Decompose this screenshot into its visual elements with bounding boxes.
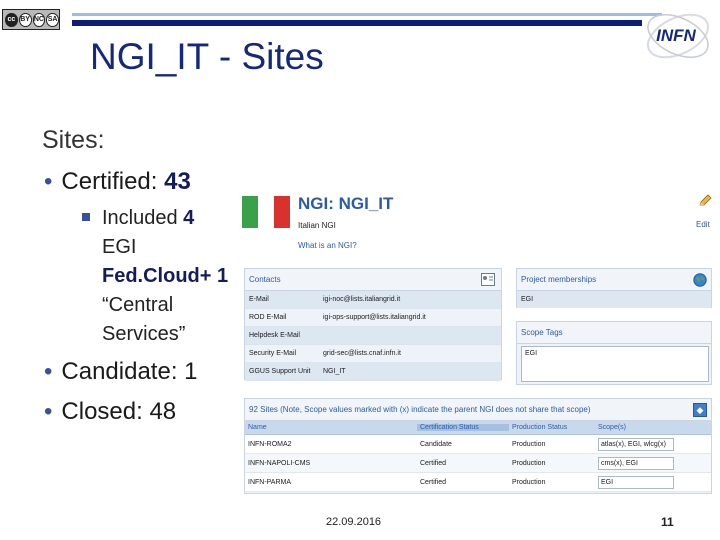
contact-row: Security E-Mail grid-sec@lists.cnaf.infn.…: [245, 345, 501, 363]
table-row[interactable]: INFN-PARMA Certified Production EGI: [245, 473, 711, 492]
license-badge: cc BY NC SA: [2, 9, 60, 30]
scope-tags-panel: Scope Tags EGI: [516, 321, 712, 385]
site-cert: Certified: [420, 459, 447, 467]
candidate-text: Candidate: 1: [61, 358, 198, 385]
bullet-dot: •: [44, 168, 53, 195]
site-prod: Production: [512, 440, 546, 448]
by-icon: BY: [18, 12, 32, 27]
ngi-title: NGI: NGI_IT: [298, 194, 394, 213]
sub-bold: Fed.Cloud+ 1: [102, 265, 229, 287]
globe-icon: [693, 273, 707, 287]
flag-stripe-green: [242, 196, 258, 228]
contact-value[interactable]: igi-ops-support@lists.italiangrid.it: [323, 314, 501, 321]
contact-key: GGUS Support Unit: [249, 368, 311, 375]
pencil-icon[interactable]: [698, 194, 712, 208]
project-memberships-panel: Project memberships EGI: [516, 268, 712, 308]
memberships-header: Project memberships: [517, 269, 711, 291]
site-prod: Production: [512, 478, 546, 486]
closed-text: Closed: 48: [61, 398, 177, 425]
scope-tags-header: Scope Tags: [517, 322, 711, 344]
site-scope: cms(x), EGI: [598, 456, 674, 470]
what-is-ngi-link[interactable]: What is an NGI?: [298, 241, 357, 250]
sites-header: 92 Sites (Note, Scope values marked with…: [245, 399, 711, 421]
gocdb-screenshot: NGI: NGI_IT Italian NGI What is an NGI? …: [236, 188, 716, 494]
sub-prefix: Included: [102, 207, 184, 229]
bullet-dot: •: [44, 398, 53, 425]
bullet-closed: • Closed: 48: [44, 398, 176, 426]
sub-bullet-included: Included 4 EGI Fed.Cloud+ 1 “Central Ser…: [82, 204, 234, 349]
contact-value[interactable]: NGI_IT: [323, 368, 501, 375]
italy-flag-icon: [242, 196, 290, 228]
edit-link[interactable]: Edit: [696, 220, 710, 229]
site-name[interactable]: INFN-ROMA2: [245, 441, 417, 448]
contact-key: E-Mail: [249, 296, 269, 303]
site-scope: EGI: [598, 475, 674, 489]
membership-value: EGI: [517, 291, 711, 308]
infn-logo: INFN: [647, 13, 709, 59]
bullet-certified: • Certified: 43: [44, 168, 191, 196]
scope-tags-box: EGI: [521, 346, 709, 382]
infn-logo-text: INFN: [656, 26, 696, 45]
contacts-panel: Contacts E-Mail igi-noc@lists.italiangrid…: [244, 268, 502, 381]
bullet-dot: •: [44, 358, 53, 385]
sites-panel: 92 Sites (Note, Scope values marked with…: [244, 398, 712, 494]
column-header-certification[interactable]: Certification Status: [417, 424, 509, 431]
footer-date: 22.09.2016: [326, 516, 382, 528]
column-header-name[interactable]: Name: [245, 424, 417, 431]
certified-label: Certified:: [61, 168, 165, 195]
memberships-title: Project memberships: [521, 275, 597, 284]
contact-value[interactable]: grid-sec@lists.cnaf.infn.it: [323, 350, 501, 357]
site-cert: Certified: [420, 478, 447, 486]
header-rule-dark: [72, 20, 642, 26]
contact-row: Helpdesk E-Mail: [245, 327, 501, 345]
ngi-subtitle: Italian NGI: [298, 221, 336, 230]
bullet-candidate: • Candidate: 1: [44, 358, 198, 386]
page-number: 11: [661, 515, 674, 529]
certified-count: 43: [164, 168, 191, 195]
contact-row: GGUS Support Unit NGI_IT: [245, 363, 501, 381]
sites-table-header: Name Certification Status Production Sta…: [245, 421, 711, 435]
column-header-scopes[interactable]: Scope(s): [595, 424, 711, 431]
cc-icon: cc: [5, 12, 18, 27]
contact-value[interactable]: igi-noc@lists.italiangrid.it: [323, 296, 501, 303]
site-cert: Candidate: [420, 440, 452, 448]
sites-heading: Sites:: [42, 126, 105, 154]
expand-icon[interactable]: ◆: [693, 403, 707, 417]
contact-key: ROD E-Mail: [249, 314, 287, 321]
site-name[interactable]: INFN-NAPOLI-CMS: [245, 460, 417, 467]
sa-icon: SA: [46, 12, 59, 27]
site-scope: atlas(x), EGI, wlcg(x): [598, 437, 674, 451]
contacts-title: Contacts: [249, 275, 281, 284]
sub-suffix: “Central Services”: [102, 294, 186, 345]
flag-stripe-white: [258, 196, 274, 228]
sub-mid: EGI: [102, 236, 137, 258]
column-header-production[interactable]: Production Status: [509, 424, 595, 431]
contacts-header: Contacts: [245, 269, 501, 291]
contact-key: Security E-Mail: [249, 350, 297, 357]
nc-icon: NC: [32, 12, 46, 27]
table-row[interactable]: INFN-ROMA2 Candidate Production atlas(x)…: [245, 435, 711, 454]
table-row[interactable]: INFN-NAPOLI-CMS Certified Production cms…: [245, 454, 711, 473]
header-rule-light: [72, 13, 662, 16]
sub-count: 4: [183, 207, 195, 229]
site-prod: Production: [512, 459, 546, 467]
scope-tags-title: Scope Tags: [521, 328, 563, 337]
contact-key: Helpdesk E-Mail: [249, 332, 300, 339]
site-name[interactable]: INFN-PARMA: [245, 479, 417, 486]
square-bullet-icon: [82, 213, 90, 221]
contact-row: E-Mail igi-noc@lists.italiangrid.it: [245, 291, 501, 309]
sites-title: 92 Sites (Note, Scope values marked with…: [249, 405, 591, 414]
contact-card-icon: [481, 273, 495, 286]
contact-row: ROD E-Mail igi-ops-support@lists.italiang…: [245, 309, 501, 327]
flag-stripe-red: [274, 196, 290, 228]
page-title: NGI_IT - Sites: [90, 36, 324, 77]
